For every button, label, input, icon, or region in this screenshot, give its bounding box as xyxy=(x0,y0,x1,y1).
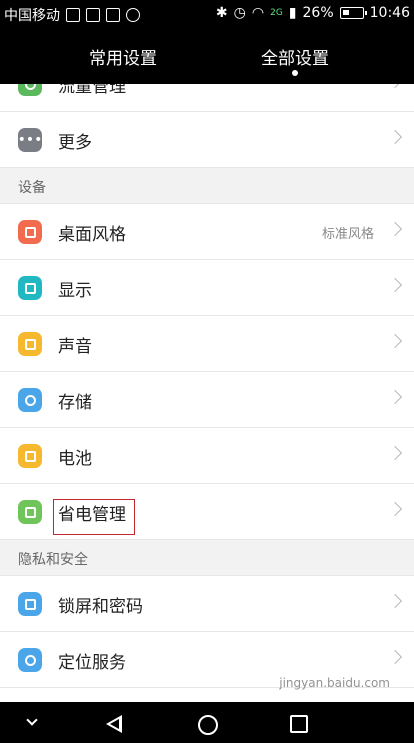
wifi-icon: ◠ xyxy=(251,5,265,21)
status-left: 中国移动 xyxy=(4,5,140,25)
sound-label: 声音 xyxy=(58,337,92,357)
home-style-value: 标准风格 xyxy=(321,227,374,242)
chevron-right-icon xyxy=(387,129,403,145)
row-more[interactable]: ••• 更多 xyxy=(0,112,414,168)
section-privacy-title: 隐私和安全 xyxy=(18,552,88,568)
settings-list[interactable]: 流量管理 ••• 更多 设备 桌面风格 标准风格 显示 声音 存储 电池 省电管… xyxy=(0,84,414,702)
power-saving-icon xyxy=(18,500,42,524)
home-style-icon xyxy=(18,220,42,244)
battery-setting-icon xyxy=(18,444,42,468)
chevron-right-icon xyxy=(387,593,403,609)
section-device: 设备 xyxy=(0,168,414,204)
lock-icon xyxy=(18,592,42,616)
chevron-right-icon xyxy=(387,389,403,405)
data-usage-label: 流量管理 xyxy=(58,84,126,97)
carrier-label: 中国移动 xyxy=(4,8,60,24)
image-icon xyxy=(106,8,120,22)
tab-common-settings[interactable]: 常用设置 xyxy=(53,44,193,69)
location-label: 定位服务 xyxy=(58,653,126,673)
signal-icon: ▮ xyxy=(288,5,297,21)
display-icon xyxy=(18,276,42,300)
status-right: ✱ ◷ ◠ 2G ▮ 26% 10:46 xyxy=(216,5,410,21)
battery-label: 电池 xyxy=(58,449,92,469)
sim-icon xyxy=(66,8,80,22)
recent-apps-icon[interactable] xyxy=(290,715,308,733)
collapse-icon[interactable] xyxy=(26,714,38,726)
row-sound[interactable]: 声音 xyxy=(0,316,414,372)
baidu-watermark: jingyan.baidu.com xyxy=(279,676,390,690)
row-battery[interactable]: 电池 xyxy=(0,428,414,484)
battery-level: 26% xyxy=(302,5,334,21)
navigation-bar xyxy=(0,702,414,743)
battery-icon xyxy=(339,7,367,19)
section-device-title: 设备 xyxy=(18,180,46,196)
row-storage[interactable]: 存储 xyxy=(0,372,414,428)
more-icon: ••• xyxy=(18,128,42,152)
chevron-right-icon xyxy=(387,649,403,665)
bluetooth-icon: ✱ xyxy=(215,5,228,21)
section-privacy: 隐私和安全 xyxy=(0,540,414,576)
chevron-right-icon xyxy=(387,445,403,461)
more-label: 更多 xyxy=(58,133,92,153)
chevron-right-icon xyxy=(387,84,403,89)
active-tab-indicator xyxy=(292,70,298,76)
row-home-style[interactable]: 桌面风格 标准风格 xyxy=(0,204,414,260)
display-label: 显示 xyxy=(58,281,92,301)
chevron-right-icon xyxy=(387,277,403,293)
screen-lock-label: 锁屏和密码 xyxy=(58,597,143,617)
storage-label: 存储 xyxy=(58,393,92,413)
annotation-highlight-box xyxy=(53,499,135,535)
storage-icon xyxy=(18,388,42,412)
home-style-label: 桌面风格 xyxy=(58,225,126,245)
chevron-right-icon xyxy=(387,221,403,237)
chevron-right-icon xyxy=(387,501,403,517)
row-screen-lock[interactable]: 锁屏和密码 xyxy=(0,576,414,632)
notification-icon xyxy=(126,8,140,22)
alarm-icon: ◷ xyxy=(233,5,246,21)
status-bar: 中国移动 ✱ ◷ ◠ 2G ▮ 26% 10:46 xyxy=(0,0,414,28)
location-icon xyxy=(18,648,42,672)
row-display[interactable]: 显示 xyxy=(0,260,414,316)
tab-all-settings[interactable]: 全部设置 xyxy=(225,44,365,69)
settings-header: 常用设置 全部设置 xyxy=(0,28,414,84)
network-label: 2G xyxy=(270,8,283,18)
row-data-usage[interactable]: 流量管理 xyxy=(0,84,414,112)
home-icon[interactable] xyxy=(198,715,218,735)
back-icon-inner xyxy=(110,719,119,729)
sound-icon xyxy=(18,332,42,356)
clock: 10:46 xyxy=(369,5,410,21)
chevron-right-icon xyxy=(387,333,403,349)
data-usage-icon xyxy=(18,84,42,96)
message-icon xyxy=(86,8,100,22)
